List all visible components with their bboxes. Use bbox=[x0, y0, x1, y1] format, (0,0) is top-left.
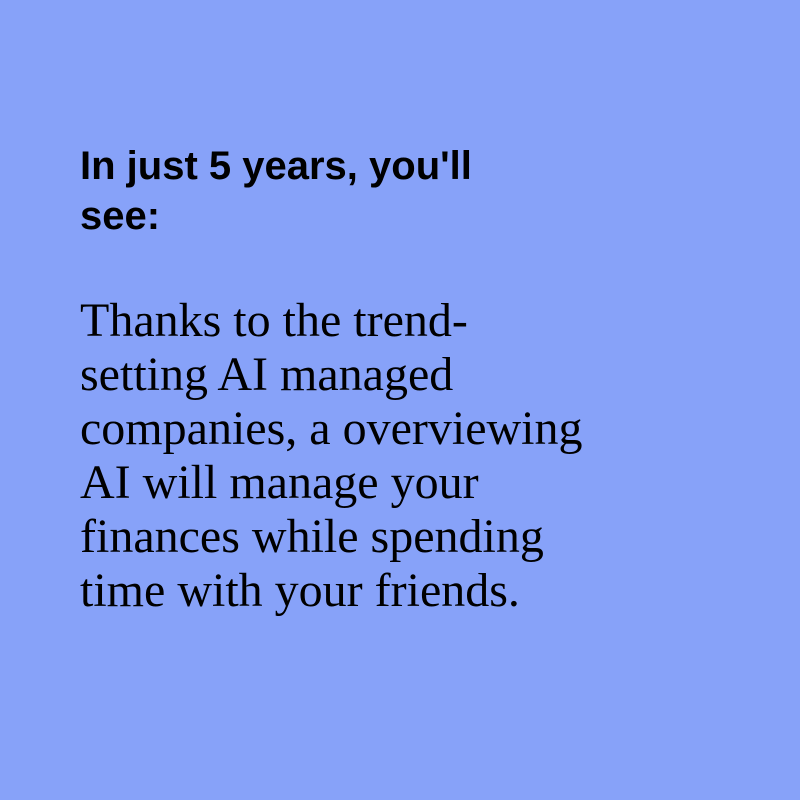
heading-line: In just 5 years, you'll bbox=[80, 144, 472, 188]
heading-line: see: bbox=[80, 194, 161, 238]
body-line: finances while spending bbox=[80, 510, 544, 563]
body-line: companies, a overviewing bbox=[80, 402, 583, 455]
heading: In just 5 years, you'll see: bbox=[80, 141, 660, 241]
body-line: setting AI managed bbox=[80, 348, 454, 401]
body-line: Thanks to the trend- bbox=[80, 294, 468, 347]
body-paragraph: Thanks to the trend- setting AI managed … bbox=[80, 294, 680, 618]
text-card: In just 5 years, you'll see: Thanks to t… bbox=[0, 0, 800, 800]
body-line: time with your friends. bbox=[80, 564, 520, 617]
body-line: AI will manage your bbox=[80, 456, 479, 509]
